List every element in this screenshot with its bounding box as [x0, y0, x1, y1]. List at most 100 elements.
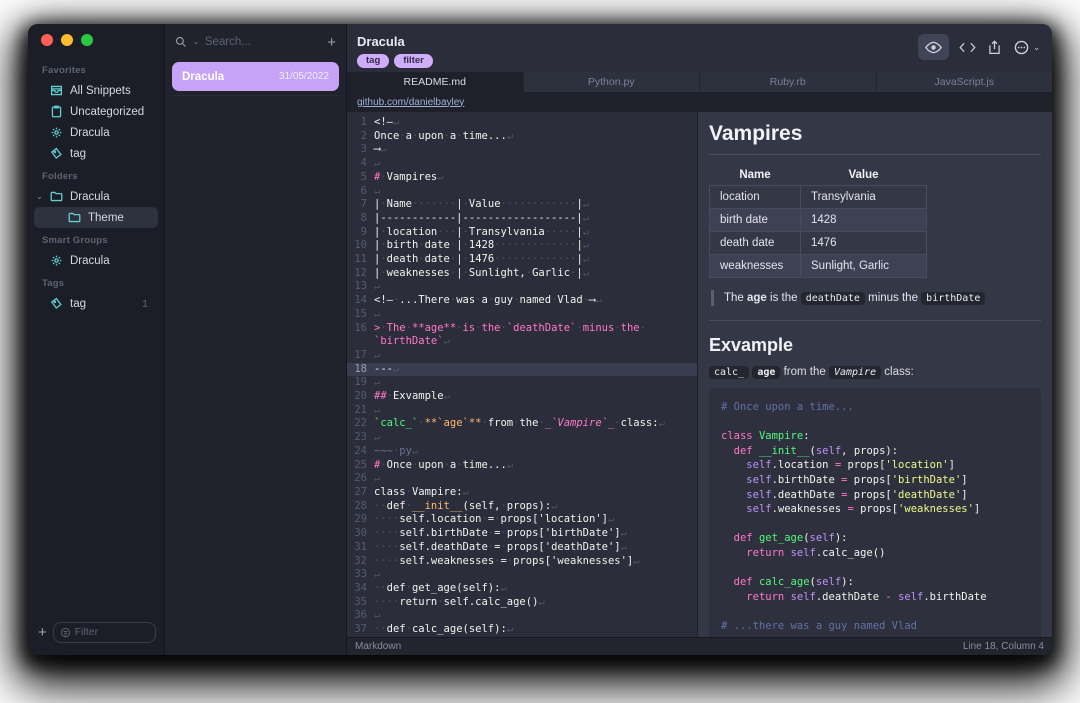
editor-line-28[interactable]: 28·​·​def·​__init__(self,·​props):↵ [347, 500, 697, 514]
line-content: #·​Once·​upon·​a·​time...↵ [374, 459, 697, 473]
snippet-title[interactable]: Dracula [357, 32, 433, 49]
preview-heading-vampires: Vampires [709, 122, 1041, 146]
text-run: is the [767, 292, 801, 304]
editor-line-18[interactable]: 18---↵ [347, 363, 697, 377]
line-number: 2 [347, 130, 374, 144]
zoom-window-button[interactable] [81, 34, 93, 46]
tag-icon [50, 297, 63, 310]
editor-line-7[interactable]: 7|·​Name·​·​·​·​·​·​·​|·​Value·​·​·​·​·​… [347, 198, 697, 212]
editor-line-31[interactable]: 31·​·​·​·​self.deathDate·​=·​props['deat… [347, 541, 697, 555]
sidebar-filter-input[interactable]: Filter [53, 622, 156, 643]
snippet-list-item[interactable]: Dracula31/05/2022 [172, 62, 339, 91]
editor-line-9[interactable]: 9|·​location·​·​·​|·​Transylvania·​·​·​·… [347, 226, 697, 240]
more-menu-button[interactable]: ⌄ [1013, 36, 1040, 58]
chevron-down-icon[interactable]: ⌄ [36, 192, 43, 201]
editor-line-35[interactable]: 35·​·​·​·​return·​self.calc_age()↵ [347, 596, 697, 610]
sidebar-item-tag[interactable]: tag1 [28, 293, 164, 314]
language-indicator[interactable]: Markdown [355, 641, 401, 652]
tab-python.py[interactable]: Python.py [524, 72, 701, 92]
code-block-line: return self.deathDate - self.birthDate [721, 590, 1029, 605]
editor-line-8[interactable]: 8|------------|------------------|↵ [347, 212, 697, 226]
editor-line-27[interactable]: 27class·​Vampire:↵ [347, 486, 697, 500]
tag-pill-filter[interactable]: filter [394, 54, 433, 68]
sidebar-item-uncategorized[interactable]: Uncategorized [28, 101, 164, 122]
search-input[interactable]: Search... [205, 36, 321, 48]
line-content: ↵ [374, 308, 697, 322]
tab-readme.md[interactable]: README.md [347, 72, 524, 92]
editor-line-14[interactable]: 14<!—·​...There·​was·​a·​guy·​named·​Vla… [347, 294, 697, 308]
editor-line-16[interactable]: 16>·​The·​**age**·​is·​the·​`deathDate`·… [347, 322, 697, 349]
code-block-line: return self.calc_age() [721, 546, 1029, 561]
line-number: 8 [347, 212, 374, 226]
tab-ruby.rb[interactable]: Ruby.rb [700, 72, 877, 92]
tag-pill-tag[interactable]: tag [357, 54, 389, 68]
editor-line-30[interactable]: 30·​·​·​·​self.birthDate·​=·​props['birt… [347, 527, 697, 541]
line-content: ·​·​def·​__init__(self,·​props):↵ [374, 500, 697, 514]
new-snippet-button[interactable]: + [327, 34, 336, 51]
line-content: ·​·​·​·​self.deathDate·​=·​props['deathD… [374, 541, 697, 555]
editor-line-19[interactable]: 19↵ [347, 376, 697, 390]
snippet-list-panel: ⌄ Search... + Dracula31/05/2022 [164, 24, 347, 655]
sidebar-item-theme[interactable]: Theme [34, 207, 158, 228]
editor-line-20[interactable]: 20##·​Exvample↵ [347, 390, 697, 404]
share-button[interactable] [986, 36, 1003, 58]
line-content: ↵ [374, 404, 697, 418]
editor-line-29[interactable]: 29·​·​·​·​self.location·​=·​props['locat… [347, 513, 697, 527]
github-link[interactable]: github.com/danielbayley [357, 97, 464, 108]
editor-line-33[interactable]: 33↵ [347, 568, 697, 582]
editor-line-17[interactable]: 17↵ [347, 349, 697, 363]
tab-javascript.js[interactable]: JavaScript.js [877, 72, 1053, 92]
line-content: |·​Name·​·​·​·​·​·​·​|·​Value·​·​·​·​·​·… [374, 198, 697, 212]
editor-line-15[interactable]: 15↵ [347, 308, 697, 322]
line-content: #·​Vampires↵ [374, 171, 697, 185]
editor-line-1[interactable]: 1<!—↵ [347, 116, 697, 130]
snippet-list: Dracula31/05/2022 [165, 60, 346, 93]
editor-line-23[interactable]: 23↵ [347, 431, 697, 445]
sidebar-item-all-snippets[interactable]: All Snippets [28, 80, 164, 101]
line-number: 34 [347, 582, 374, 596]
close-window-button[interactable] [41, 34, 53, 46]
line-number: 19 [347, 376, 374, 390]
line-content: class·​Vampire:↵ [374, 486, 697, 500]
code-view-button[interactable] [959, 36, 976, 58]
code-editor[interactable]: 1<!—↵2Once·​a·​upon·​a·​time...↵3⟶↵4↵5#·… [347, 112, 697, 637]
table-cell: weaknesses [710, 255, 801, 278]
editor-line-26[interactable]: 26↵ [347, 472, 697, 486]
sidebar-item-dracula[interactable]: Dracula [28, 250, 164, 271]
editor-line-36[interactable]: 36↵ [347, 609, 697, 623]
preview-code-block: # Once upon a time... class Vampire: def… [709, 388, 1041, 637]
sidebar-item-label: Theme [88, 212, 124, 224]
minimize-window-button[interactable] [61, 34, 73, 46]
editor-line-2[interactable]: 2Once·​a·​upon·​a·​time...↵ [347, 130, 697, 144]
editor-line-32[interactable]: 32·​·​·​·​self.weaknesses·​=·​props['wea… [347, 555, 697, 569]
editor-line-3[interactable]: 3⟶↵ [347, 143, 697, 157]
line-content: ↵ [374, 280, 697, 294]
editor-line-11[interactable]: 11|·​death·​date·​|·​1476·​·​·​·​·​·​·​·… [347, 253, 697, 267]
editor-line-25[interactable]: 25#·​Once·​upon·​a·​time...↵ [347, 459, 697, 473]
editor-line-37[interactable]: 37·​·​def·​calc_age(self):↵ [347, 623, 697, 637]
add-folder-button[interactable]: + [38, 625, 47, 640]
editor-line-34[interactable]: 34·​·​def·​get_age(self):↵ [347, 582, 697, 596]
editor-line-21[interactable]: 21↵ [347, 404, 697, 418]
editor-line-4[interactable]: 4↵ [347, 157, 697, 171]
line-content: ·​·​def·​get_age(self):↵ [374, 582, 697, 596]
sidebar-item-tag[interactable]: tag [28, 143, 164, 164]
line-content: Once·​a·​upon·​a·​time...↵ [374, 130, 697, 144]
line-number: 37 [347, 623, 374, 637]
code-block-line: self.location = props['location'] [721, 458, 1029, 473]
line-number: 7 [347, 198, 374, 212]
editor-line-13[interactable]: 13↵ [347, 280, 697, 294]
line-number: 27 [347, 486, 374, 500]
line-content: ·​·​·​·​self.weaknesses·​=·​props['weakn… [374, 555, 697, 569]
sidebar-item-dracula[interactable]: ⌄Dracula [28, 186, 164, 207]
snippet-item-date: 31/05/2022 [279, 71, 329, 82]
editor-line-12[interactable]: 12|·​weaknesses·​|·​Sunlight,·​Garlic·​|… [347, 267, 697, 281]
editor-line-6[interactable]: 6↵ [347, 185, 697, 199]
search-scope-chevron-icon[interactable]: ⌄ [193, 38, 199, 46]
sidebar-item-dracula[interactable]: Dracula [28, 122, 164, 143]
editor-line-10[interactable]: 10|·​birth·​date·​|·​1428·​·​·​·​·​·​·​·… [347, 239, 697, 253]
editor-line-24[interactable]: 24~~~·​py↵ [347, 445, 697, 459]
editor-line-5[interactable]: 5#·​Vampires↵ [347, 171, 697, 185]
preview-toggle-button[interactable] [918, 34, 949, 60]
editor-line-22[interactable]: 22`calc_`·​**`age`**·​from·​the·​_`Vampi… [347, 417, 697, 431]
